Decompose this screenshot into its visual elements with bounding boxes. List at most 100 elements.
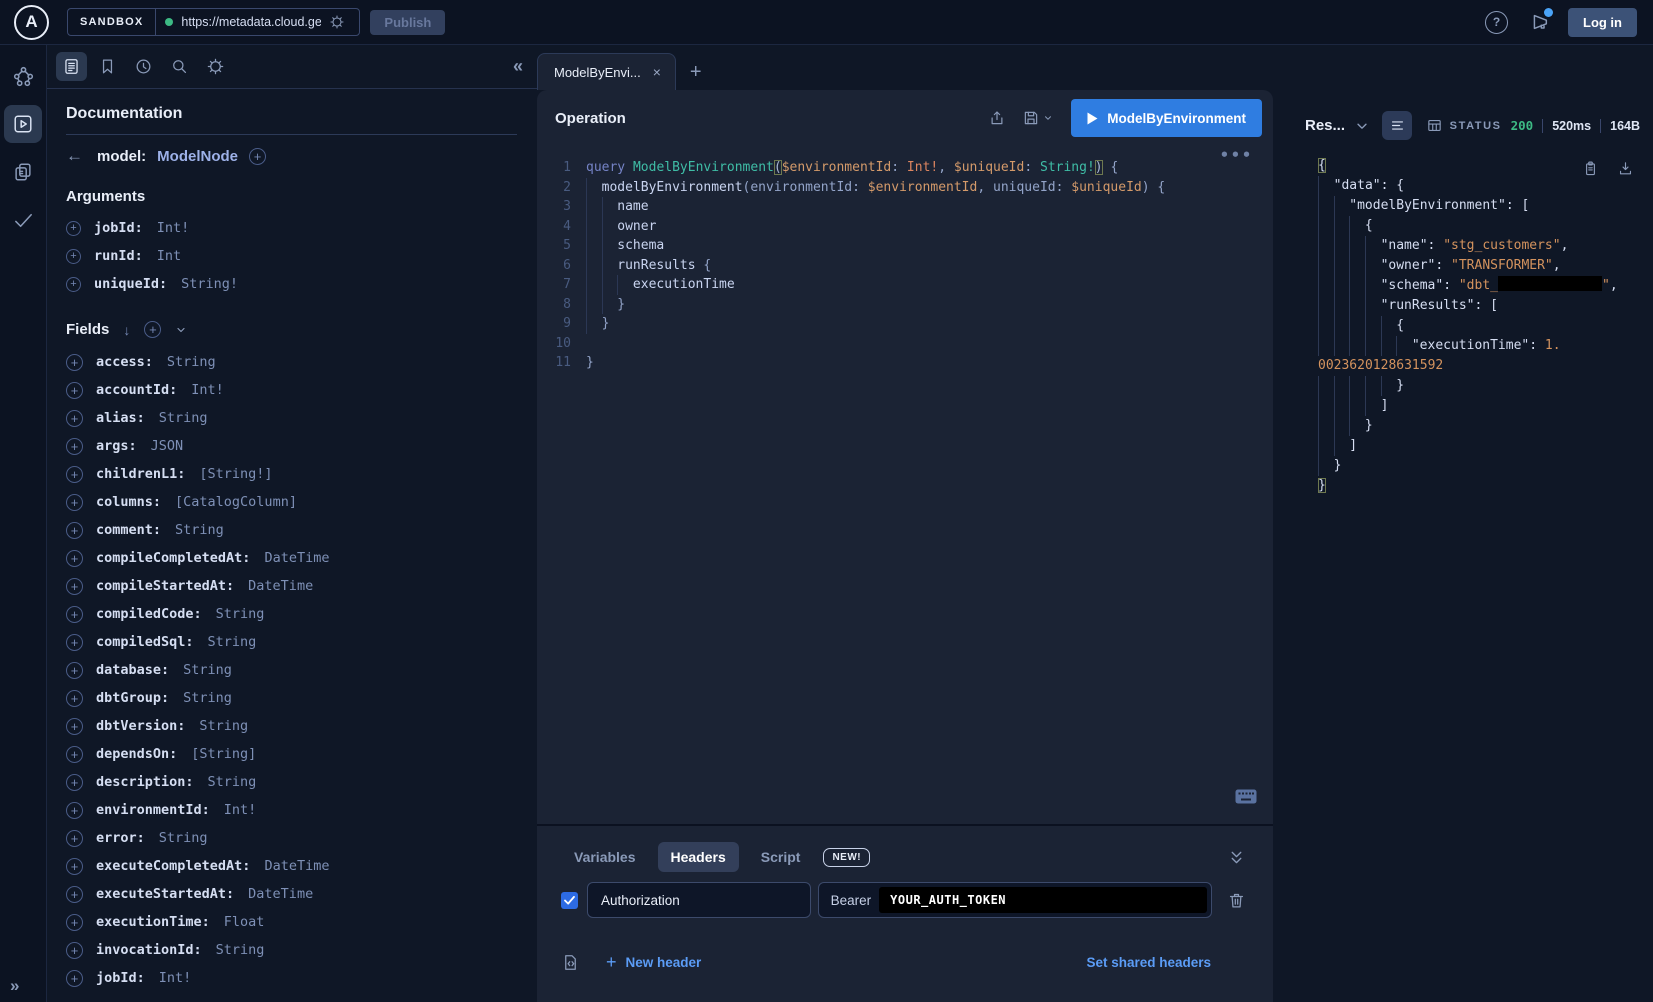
field-name[interactable]: compiledCode:: [96, 606, 202, 622]
field-name[interactable]: invocationId:: [96, 942, 202, 958]
doc-field-row[interactable]: + access: String: [66, 348, 517, 376]
field-name[interactable]: dependsOn:: [96, 746, 177, 762]
field-name[interactable]: description:: [96, 774, 194, 790]
auth-token-value[interactable]: YOUR_AUTH_TOKEN: [879, 887, 1207, 913]
field-type[interactable]: Int!: [224, 802, 257, 818]
add-to-query-icon[interactable]: +: [66, 970, 83, 987]
save-operation-icon[interactable]: [1014, 105, 1061, 131]
field-type[interactable]: String: [167, 354, 216, 370]
tab-script[interactable]: Script: [748, 842, 814, 872]
field-name[interactable]: error:: [96, 830, 145, 846]
field-type[interactable]: Float: [224, 914, 265, 930]
field-name[interactable]: alias:: [96, 410, 145, 426]
field-type[interactable]: [CatalogColumn]: [175, 494, 297, 510]
endpoint-url[interactable]: https://metadata.cloud.get: [181, 15, 321, 29]
field-type[interactable]: String: [199, 718, 248, 734]
header-key-input[interactable]: Authorization: [587, 882, 811, 918]
doc-field-row[interactable]: + dbtGroup: String: [66, 684, 517, 712]
add-to-query-icon[interactable]: +: [66, 410, 83, 427]
field-type[interactable]: String: [216, 606, 265, 622]
download-response-icon[interactable]: [1617, 160, 1634, 177]
field-name[interactable]: runId:: [94, 248, 143, 264]
add-to-query-icon[interactable]: +: [66, 858, 83, 875]
delete-header-icon[interactable]: [1224, 888, 1249, 913]
field-type[interactable]: String: [208, 634, 257, 650]
keyboard-shortcuts-icon[interactable]: [1235, 789, 1257, 804]
collapse-panel-icon[interactable]: «: [513, 56, 523, 77]
field-type[interactable]: DateTime: [264, 858, 329, 874]
field-type[interactable]: String: [175, 522, 224, 538]
add-to-query-icon[interactable]: +: [66, 277, 81, 292]
add-to-query-icon[interactable]: +: [66, 774, 83, 791]
add-to-query-icon[interactable]: +: [66, 354, 83, 371]
field-type[interactable]: String: [159, 410, 208, 426]
field-name[interactable]: compileCompletedAt:: [96, 550, 250, 566]
doc-field-row[interactable]: + compiledSql: String: [66, 628, 517, 656]
doc-field-row[interactable]: + compiledCode: String: [66, 600, 517, 628]
field-name[interactable]: args:: [96, 438, 137, 454]
add-to-query-icon[interactable]: +: [66, 718, 83, 735]
field-name[interactable]: comment:: [96, 522, 161, 538]
field-name[interactable]: jobId:: [94, 220, 143, 236]
field-type[interactable]: DateTime: [248, 578, 313, 594]
share-operation-icon[interactable]: [980, 105, 1014, 131]
field-name[interactable]: environmentId:: [96, 802, 210, 818]
add-to-query-icon[interactable]: +: [66, 662, 83, 679]
add-to-query-icon[interactable]: +: [66, 830, 83, 847]
operation-tab[interactable]: ModelByEnvi... ×: [537, 53, 676, 90]
field-name[interactable]: access:: [96, 354, 153, 370]
doc-field-row[interactable]: +environmentId:Int!: [66, 796, 517, 824]
doc-field-row[interactable]: +error:String: [66, 824, 517, 852]
field-name[interactable]: dbtGroup:: [96, 690, 169, 706]
field-name[interactable]: executeCompletedAt:: [96, 858, 250, 874]
editor-overflow-menu-icon[interactable]: •••: [1220, 146, 1253, 164]
publish-button[interactable]: Publish: [370, 10, 445, 35]
login-button[interactable]: Log in: [1568, 8, 1637, 37]
add-to-query-icon[interactable]: +: [66, 634, 83, 651]
add-to-query-icon[interactable]: +: [66, 942, 83, 959]
saved-operations-bookmark-icon[interactable]: [92, 52, 123, 81]
header-enabled-checkbox[interactable]: [561, 892, 578, 909]
doc-field-row[interactable]: + executeCompletedAt: DateTime: [66, 852, 517, 880]
field-name[interactable]: compiledSql:: [96, 634, 194, 650]
add-to-query-icon[interactable]: +: [66, 550, 83, 567]
sort-fields-icon[interactable]: ↓: [123, 322, 130, 338]
doc-field-row[interactable]: + alias: String: [66, 404, 517, 432]
field-name[interactable]: compileStartedAt:: [96, 578, 234, 594]
breadcrumb-type-link[interactable]: ModelNode: [157, 148, 238, 165]
tab-headers[interactable]: Headers: [658, 842, 739, 872]
doc-field-row[interactable]: +invocationId:String: [66, 936, 517, 964]
field-type[interactable]: String: [183, 690, 232, 706]
set-shared-headers-link[interactable]: Set shared headers: [1086, 955, 1211, 970]
history-icon[interactable]: [128, 52, 159, 81]
schema-graph-icon[interactable]: [4, 57, 42, 95]
connection-settings-gear-icon[interactable]: [329, 14, 345, 30]
response-dropdown-chevron-icon[interactable]: [1355, 119, 1369, 133]
field-name[interactable]: jobId:: [96, 970, 145, 986]
collapse-footer-icon[interactable]: [1228, 849, 1249, 866]
add-to-query-icon[interactable]: +: [66, 221, 81, 236]
explorer-settings-gear-icon[interactable]: [200, 52, 231, 81]
run-operation-button[interactable]: ModelByEnvironment: [1071, 99, 1262, 137]
doc-field-row[interactable]: +args:JSON: [66, 432, 517, 460]
doc-field-row[interactable]: +dbtVersion:String: [66, 712, 517, 740]
field-name[interactable]: accountId:: [96, 382, 177, 398]
field-name[interactable]: uniqueId:: [94, 276, 167, 292]
save-dropdown-chevron-icon[interactable]: [1043, 113, 1053, 123]
add-to-query-icon[interactable]: +: [66, 886, 83, 903]
add-to-query-icon[interactable]: +: [66, 914, 83, 931]
field-type[interactable]: [String]: [191, 746, 256, 762]
announcements-megaphone-icon[interactable]: [1528, 11, 1550, 33]
new-header-button[interactable]: + New header: [606, 952, 701, 973]
add-fields-button[interactable]: +: [144, 321, 161, 338]
doc-field-row[interactable]: + jobId: Int!: [66, 964, 517, 992]
fields-options-chevron-icon[interactable]: [175, 324, 187, 336]
field-type[interactable]: String: [183, 662, 232, 678]
field-type[interactable]: DateTime: [248, 886, 313, 902]
field-type[interactable]: Int!: [159, 970, 192, 986]
add-to-query-icon[interactable]: +: [66, 746, 83, 763]
add-to-query-icon[interactable]: +: [66, 690, 83, 707]
help-icon[interactable]: ?: [1485, 11, 1508, 34]
doc-field-row[interactable]: +database:String: [66, 656, 517, 684]
add-to-query-icon[interactable]: +: [66, 606, 83, 623]
